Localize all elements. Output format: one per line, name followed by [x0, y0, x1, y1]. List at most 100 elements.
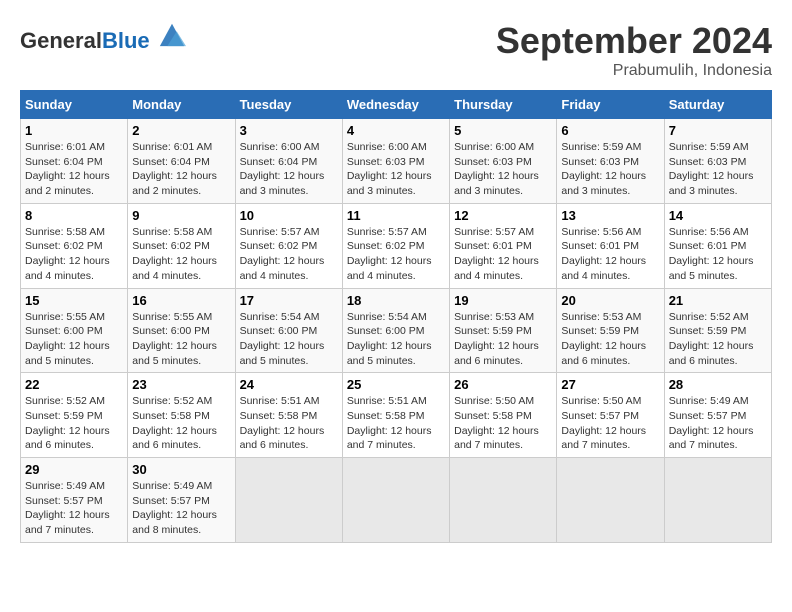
day-number: 12	[454, 208, 552, 223]
day-number: 14	[669, 208, 767, 223]
day-detail: Sunrise: 5:59 AM Sunset: 6:03 PM Dayligh…	[561, 140, 659, 199]
calendar-week-2: 8 Sunrise: 5:58 AM Sunset: 6:02 PM Daylig…	[21, 203, 772, 288]
calendar-cell: 3 Sunrise: 6:00 AM Sunset: 6:04 PM Daylig…	[235, 119, 342, 204]
calendar-cell	[342, 458, 449, 543]
day-number: 16	[132, 293, 230, 308]
calendar-cell: 17Sunrise: 5:54 AM Sunset: 6:00 PM Dayli…	[235, 288, 342, 373]
day-detail: Sunrise: 6:00 AM Sunset: 6:03 PM Dayligh…	[454, 140, 552, 199]
calendar-cell: 24 Sunrise: 5:51 AM Sunset: 5:58 PM Dayli…	[235, 373, 342, 458]
calendar-cell: 11 Sunrise: 5:57 AM Sunset: 6:02 PM Dayli…	[342, 203, 449, 288]
calendar-cell	[450, 458, 557, 543]
col-saturday: Saturday	[664, 91, 771, 119]
day-number: 25	[347, 377, 445, 392]
col-monday: Monday	[128, 91, 235, 119]
day-detail: Sunrise: 5:52 AM Sunset: 5:59 PM Dayligh…	[25, 394, 123, 453]
day-detail: Sunrise: 6:01 AM Sunset: 6:04 PM Dayligh…	[132, 140, 230, 199]
day-detail: Sunrise: 5:58 AM Sunset: 6:02 PM Dayligh…	[132, 225, 230, 284]
day-detail: Sunrise: 5:54 AM Sunset: 6:00 PM Dayligh…	[240, 310, 338, 369]
day-number: 13	[561, 208, 659, 223]
day-number: 8	[25, 208, 123, 223]
day-detail: Sunrise: 5:49 AM Sunset: 5:57 PM Dayligh…	[669, 394, 767, 453]
day-number: 1	[25, 123, 123, 138]
calendar-cell: 26 Sunrise: 5:50 AM Sunset: 5:58 PM Dayli…	[450, 373, 557, 458]
calendar-week-4: 22 Sunrise: 5:52 AM Sunset: 5:59 PM Dayli…	[21, 373, 772, 458]
calendar-cell: 13 Sunrise: 5:56 AM Sunset: 6:01 PM Dayli…	[557, 203, 664, 288]
month-year-title: September 2024	[496, 20, 772, 62]
calendar-cell: 29 Sunrise: 5:49 AM Sunset: 5:57 PM Dayli…	[21, 458, 128, 543]
day-number: 21	[669, 293, 767, 308]
day-number: 9	[132, 208, 230, 223]
day-number: 30	[132, 462, 230, 477]
calendar-cell: 1 Sunrise: 6:01 AM Sunset: 6:04 PM Daylig…	[21, 119, 128, 204]
calendar-cell	[557, 458, 664, 543]
day-detail: Sunrise: 5:51 AM Sunset: 5:58 PM Dayligh…	[347, 394, 445, 453]
calendar-week-5: 29 Sunrise: 5:49 AM Sunset: 5:57 PM Dayli…	[21, 458, 772, 543]
logo-blue-text: Blue	[102, 28, 150, 53]
calendar-cell: 30 Sunrise: 5:49 AM Sunset: 5:57 PM Dayli…	[128, 458, 235, 543]
day-detail: Sunrise: 5:54 AM Sunset: 6:00 PM Dayligh…	[347, 310, 445, 369]
calendar-cell: 20Sunrise: 5:53 AM Sunset: 5:59 PM Dayli…	[557, 288, 664, 373]
day-number: 27	[561, 377, 659, 392]
calendar-cell: 7Sunrise: 5:59 AM Sunset: 6:03 PM Daylig…	[664, 119, 771, 204]
day-number: 22	[25, 377, 123, 392]
calendar-cell: 8 Sunrise: 5:58 AM Sunset: 6:02 PM Daylig…	[21, 203, 128, 288]
calendar-cell: 27Sunrise: 5:50 AM Sunset: 5:57 PM Dayli…	[557, 373, 664, 458]
day-detail: Sunrise: 6:00 AM Sunset: 6:03 PM Dayligh…	[347, 140, 445, 199]
calendar-cell: 2Sunrise: 6:01 AM Sunset: 6:04 PM Daylig…	[128, 119, 235, 204]
day-detail: Sunrise: 6:01 AM Sunset: 6:04 PM Dayligh…	[25, 140, 123, 199]
calendar-cell: 10 Sunrise: 5:57 AM Sunset: 6:02 PM Dayli…	[235, 203, 342, 288]
day-detail: Sunrise: 5:55 AM Sunset: 6:00 PM Dayligh…	[25, 310, 123, 369]
day-number: 11	[347, 208, 445, 223]
day-detail: Sunrise: 5:55 AM Sunset: 6:00 PM Dayligh…	[132, 310, 230, 369]
day-number: 7	[669, 123, 767, 138]
page-header: GeneralBlue September 2024 Prabumulih, I…	[20, 20, 772, 80]
day-number: 28	[669, 377, 767, 392]
logo-icon	[158, 20, 186, 48]
calendar-cell: 4 Sunrise: 6:00 AM Sunset: 6:03 PM Daylig…	[342, 119, 449, 204]
calendar-cell: 28 Sunrise: 5:49 AM Sunset: 5:57 PM Dayli…	[664, 373, 771, 458]
day-detail: Sunrise: 5:53 AM Sunset: 5:59 PM Dayligh…	[454, 310, 552, 369]
day-detail: Sunrise: 5:52 AM Sunset: 5:59 PM Dayligh…	[669, 310, 767, 369]
day-number: 23	[132, 377, 230, 392]
day-number: 26	[454, 377, 552, 392]
day-number: 24	[240, 377, 338, 392]
day-detail: Sunrise: 5:57 AM Sunset: 6:02 PM Dayligh…	[347, 225, 445, 284]
day-detail: Sunrise: 5:58 AM Sunset: 6:02 PM Dayligh…	[25, 225, 123, 284]
day-detail: Sunrise: 5:52 AM Sunset: 5:58 PM Dayligh…	[132, 394, 230, 453]
day-number: 10	[240, 208, 338, 223]
day-detail: Sunrise: 5:56 AM Sunset: 6:01 PM Dayligh…	[561, 225, 659, 284]
day-number: 29	[25, 462, 123, 477]
col-friday: Friday	[557, 91, 664, 119]
calendar-cell: 6Sunrise: 5:59 AM Sunset: 6:03 PM Daylig…	[557, 119, 664, 204]
day-detail: Sunrise: 5:57 AM Sunset: 6:02 PM Dayligh…	[240, 225, 338, 284]
calendar-cell: 12 Sunrise: 5:57 AM Sunset: 6:01 PM Dayli…	[450, 203, 557, 288]
col-tuesday: Tuesday	[235, 91, 342, 119]
calendar-cell: 18 Sunrise: 5:54 AM Sunset: 6:00 PM Dayli…	[342, 288, 449, 373]
day-detail: Sunrise: 5:49 AM Sunset: 5:57 PM Dayligh…	[132, 479, 230, 538]
day-detail: Sunrise: 5:53 AM Sunset: 5:59 PM Dayligh…	[561, 310, 659, 369]
col-sunday: Sunday	[21, 91, 128, 119]
col-thursday: Thursday	[450, 91, 557, 119]
col-wednesday: Wednesday	[342, 91, 449, 119]
day-detail: Sunrise: 5:50 AM Sunset: 5:58 PM Dayligh…	[454, 394, 552, 453]
day-detail: Sunrise: 5:57 AM Sunset: 6:01 PM Dayligh…	[454, 225, 552, 284]
calendar-header-row: Sunday Monday Tuesday Wednesday Thursday…	[21, 91, 772, 119]
calendar-cell: 22 Sunrise: 5:52 AM Sunset: 5:59 PM Dayli…	[21, 373, 128, 458]
calendar-cell: 21 Sunrise: 5:52 AM Sunset: 5:59 PM Dayli…	[664, 288, 771, 373]
day-detail: Sunrise: 5:49 AM Sunset: 5:57 PM Dayligh…	[25, 479, 123, 538]
calendar-cell: 19 Sunrise: 5:53 AM Sunset: 5:59 PM Dayli…	[450, 288, 557, 373]
calendar-cell: 16 Sunrise: 5:55 AM Sunset: 6:00 PM Dayli…	[128, 288, 235, 373]
calendar-cell: 9 Sunrise: 5:58 AM Sunset: 6:02 PM Daylig…	[128, 203, 235, 288]
day-number: 18	[347, 293, 445, 308]
day-number: 15	[25, 293, 123, 308]
day-number: 5	[454, 123, 552, 138]
day-number: 4	[347, 123, 445, 138]
calendar-cell	[664, 458, 771, 543]
day-detail: Sunrise: 5:51 AM Sunset: 5:58 PM Dayligh…	[240, 394, 338, 453]
calendar-week-1: 1 Sunrise: 6:01 AM Sunset: 6:04 PM Daylig…	[21, 119, 772, 204]
day-number: 3	[240, 123, 338, 138]
day-detail: Sunrise: 6:00 AM Sunset: 6:04 PM Dayligh…	[240, 140, 338, 199]
day-number: 19	[454, 293, 552, 308]
location-subtitle: Prabumulih, Indonesia	[496, 62, 772, 80]
calendar-cell: 14Sunrise: 5:56 AM Sunset: 6:01 PM Dayli…	[664, 203, 771, 288]
